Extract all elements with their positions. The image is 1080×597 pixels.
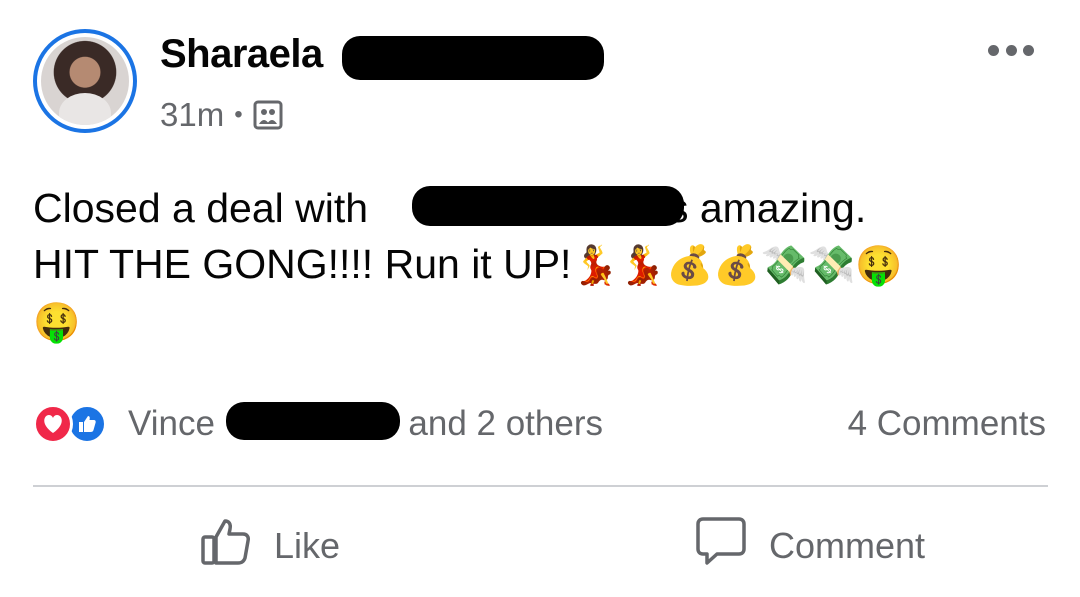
reaction-name-end[interactable]: and 2 others [408,404,603,443]
like-button-label: Like [274,524,341,566]
divider [33,485,1048,487]
redaction-author-surname [342,36,604,80]
thumbs-up-icon [200,515,252,576]
comments-count[interactable]: 4 Comments [848,404,1046,444]
post-emojis-line-3: 🤑 [33,300,81,344]
more-horizontal-icon[interactable] [988,30,1034,70]
group-photo-icon[interactable] [253,100,283,130]
post-body-text-end: is amazing. [658,185,867,231]
author-avatar-ring[interactable] [33,29,137,133]
post-timestamp[interactable]: 31m [160,96,224,134]
meta-separator: • [234,101,243,128]
post-body-hit-the-gong: HIT THE GONG!!!! Run it UP! [33,241,572,287]
author-name[interactable]: Sharaela [160,32,323,77]
post-body-text-start: Closed a deal with [33,185,369,231]
reaction-name-start[interactable]: Vince [128,404,215,443]
post-emojis-line-2: 💃💃💰💰💸💸🤑 [571,243,903,287]
post-body-line-2: HIT THE GONG!!!! Run it UP!💃💃💰💰💸💸🤑 [33,236,1043,293]
like-button[interactable]: Like [200,515,340,576]
redaction-body [412,186,684,226]
post-body-line-3: 🤑 [33,293,1043,350]
love-reaction-icon [33,404,73,444]
comment-button-label: Comment [769,524,926,566]
comment-bubble-icon [695,515,747,576]
post-meta: 31m • [160,96,283,134]
avatar[interactable] [41,37,129,125]
comment-button[interactable]: Comment [695,515,925,576]
redaction-reactor [226,402,400,440]
reaction-icons[interactable] [33,404,107,444]
like-reaction-icon [67,404,107,444]
